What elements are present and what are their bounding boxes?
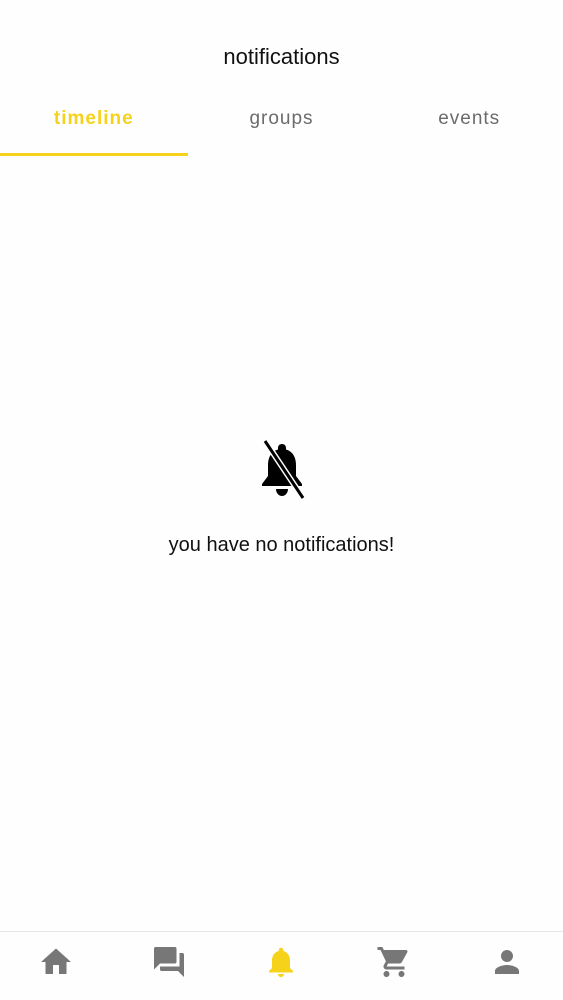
nav-cart[interactable]: [338, 932, 451, 1000]
empty-state-message: you have no notifications!: [168, 534, 395, 556]
empty-state: you have no notifications!: [0, 440, 563, 557]
header: notifications: [0, 0, 563, 100]
home-icon: [41, 948, 72, 974]
tab-timeline[interactable]: timeline: [0, 100, 188, 156]
chat-icon: [153, 947, 184, 977]
nav-profile[interactable]: [450, 932, 563, 1000]
tab-bar: timeline groups events: [0, 100, 563, 156]
bell-off-icon: [261, 440, 305, 500]
tab-groups[interactable]: groups: [188, 100, 376, 156]
nav-chat[interactable]: [113, 932, 226, 1000]
nav-notifications[interactable]: [225, 932, 338, 1000]
page-title: notifications: [223, 44, 340, 69]
nav-home[interactable]: [0, 932, 113, 1000]
tab-events[interactable]: events: [375, 100, 563, 156]
bottom-nav: [0, 931, 563, 1000]
cart-icon: [377, 947, 408, 977]
profile-icon: [494, 950, 519, 974]
bell-icon: [269, 947, 294, 977]
